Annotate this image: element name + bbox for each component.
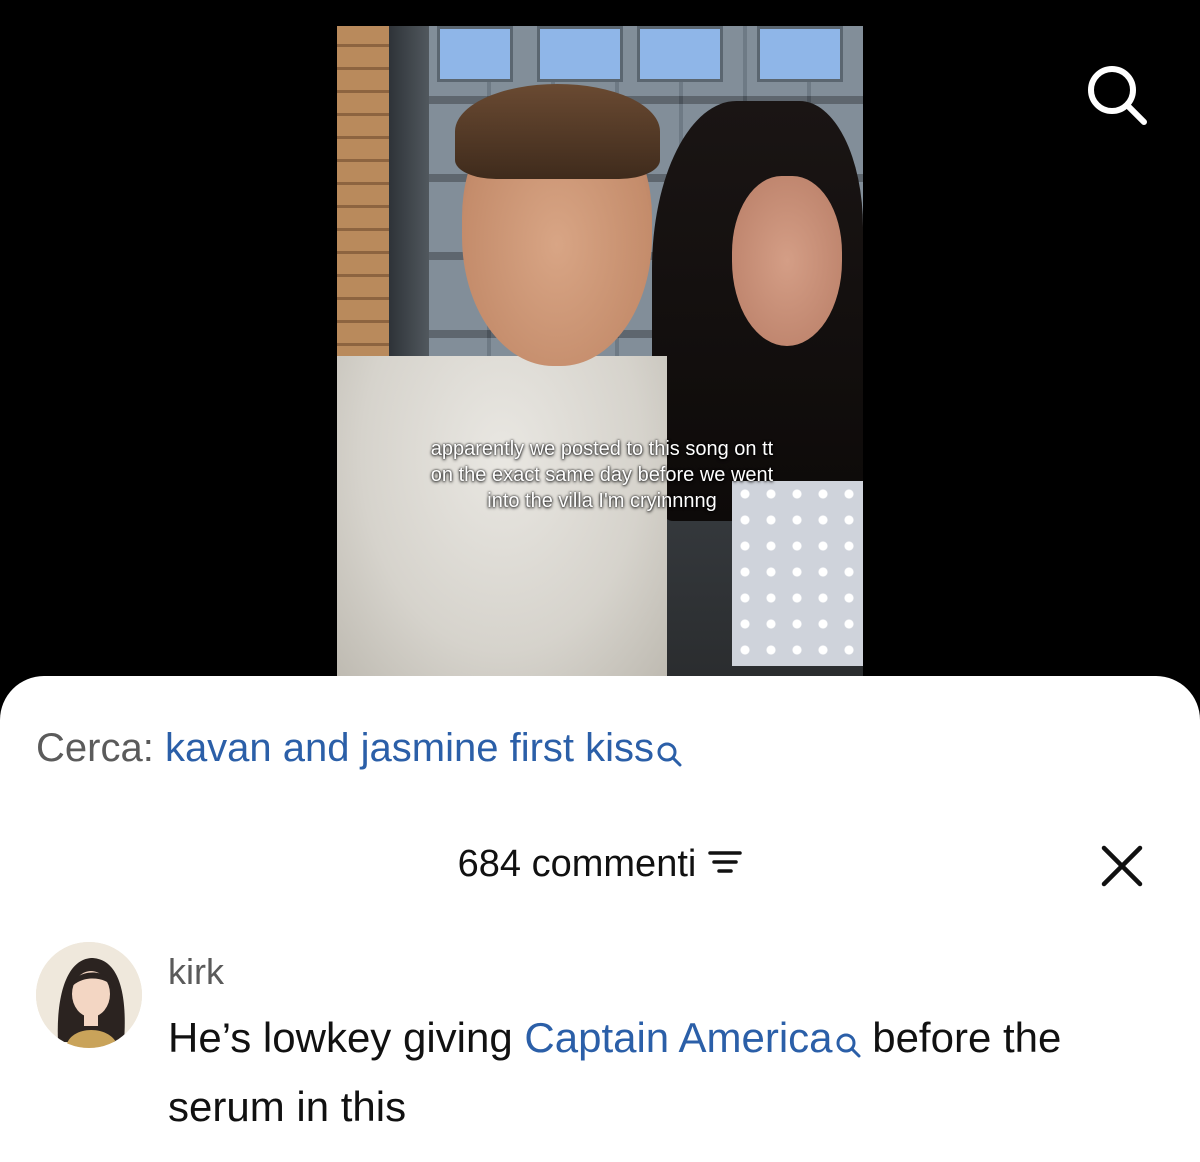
comment-search-link[interactable]: Captain America — [524, 1014, 832, 1061]
video-man-hair — [455, 84, 660, 179]
comments-sheet: Cerca: kavan and jasmine first kiss 684 … — [0, 676, 1200, 1162]
video-caption: apparently we posted to this song on tt … — [430, 438, 774, 512]
video-window — [437, 26, 513, 82]
avatar[interactable] — [36, 942, 142, 1048]
comments-count: 684 commenti — [457, 842, 697, 885]
search-icon — [656, 726, 682, 782]
search-icon — [835, 1012, 861, 1075]
close-icon[interactable] — [1098, 842, 1146, 890]
comment-text: He’s lowkey giving Captain America befor… — [168, 1006, 1158, 1138]
comment-username[interactable]: kirk — [168, 950, 224, 994]
search-suggestion-query[interactable]: kavan and jasmine first kiss — [165, 726, 654, 770]
search-icon[interactable] — [1082, 60, 1152, 130]
comment-text-before: He’s lowkey giving — [168, 1014, 525, 1061]
video-window — [757, 26, 843, 82]
video-man-shirt — [337, 356, 667, 686]
video-woman-face — [732, 176, 842, 346]
tiktok-video-screen: apparently we posted to this song on tt … — [0, 0, 1200, 1162]
video-window — [637, 26, 723, 82]
video-window — [537, 26, 623, 82]
search-suggestion-prefix: Cerca: — [36, 726, 154, 770]
comments-header: 684 commenti — [0, 836, 1200, 890]
search-suggestion[interactable]: Cerca: kavan and jasmine first kiss — [36, 720, 682, 782]
video-window-frame — [389, 26, 429, 356]
filter-icon[interactable] — [708, 838, 743, 890]
video-player[interactable]: apparently we posted to this song on tt … — [337, 26, 863, 686]
video-brick-wall — [337, 26, 389, 366]
